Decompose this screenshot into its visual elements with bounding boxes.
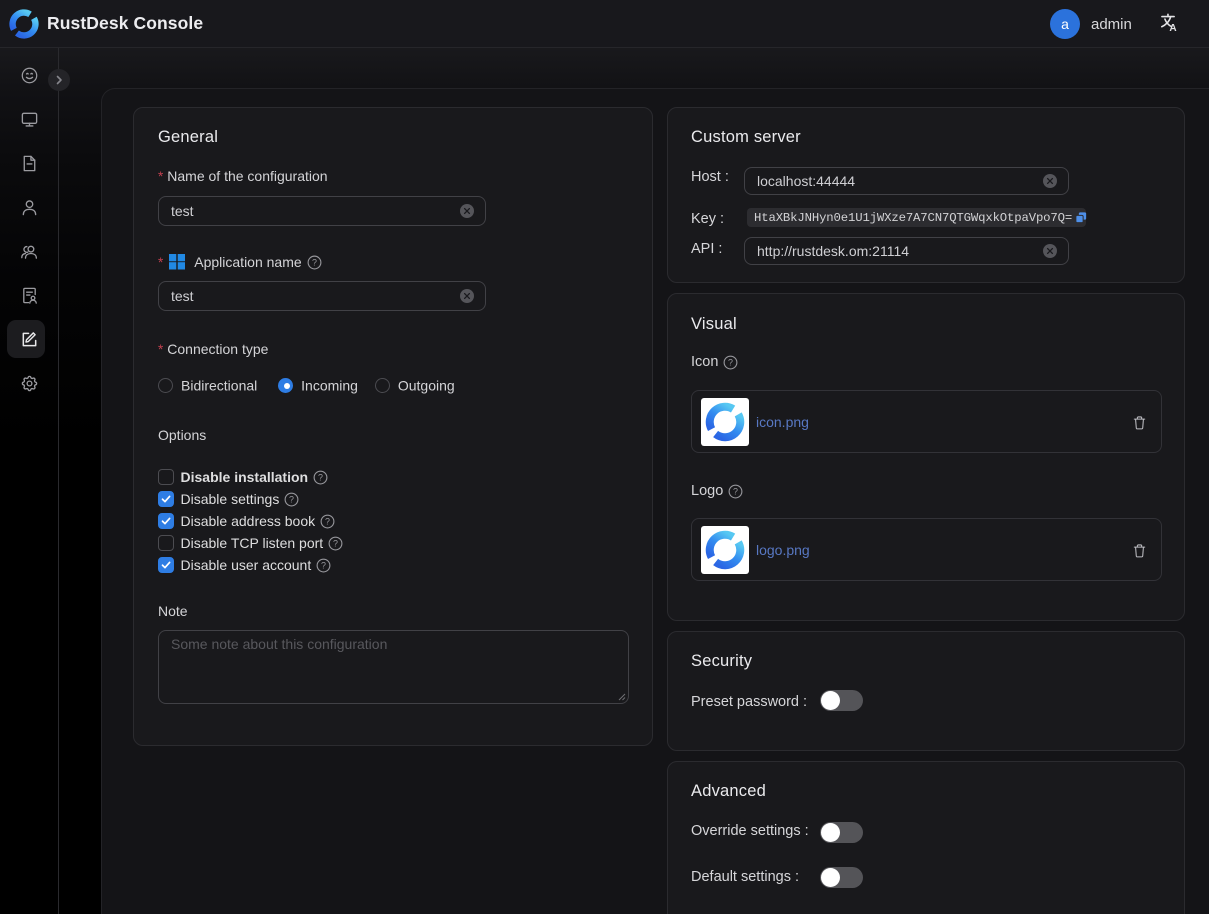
svg-text:?: ? bbox=[312, 257, 317, 267]
svg-text:?: ? bbox=[321, 560, 326, 570]
svg-text:A: A bbox=[1169, 23, 1176, 32]
svg-text:?: ? bbox=[289, 494, 294, 504]
svg-text:?: ? bbox=[325, 516, 330, 526]
svg-text:?: ? bbox=[318, 472, 323, 482]
svg-text:?: ? bbox=[728, 357, 733, 367]
svg-text:?: ? bbox=[733, 486, 738, 496]
svg-text:?: ? bbox=[333, 538, 338, 548]
